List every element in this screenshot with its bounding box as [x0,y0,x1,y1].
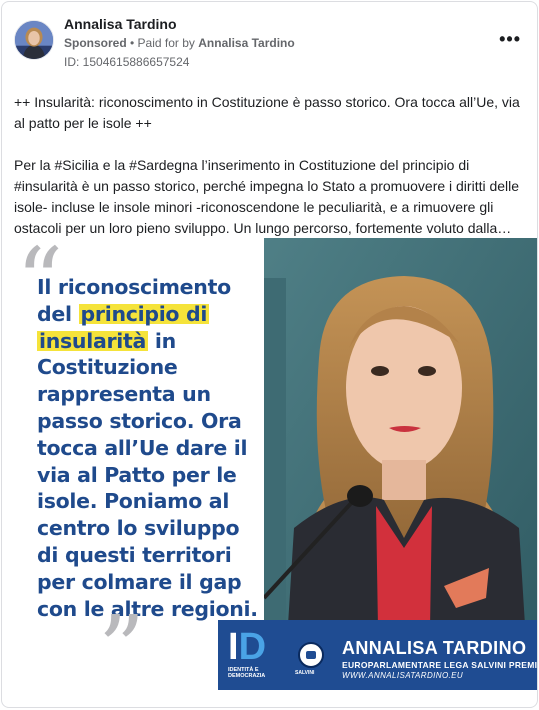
quote-text: Il riconoscimento del principio di insul… [37,274,262,622]
avatar[interactable] [14,20,54,60]
quote-highlight-1: principio di [78,301,210,326]
id-logo-d: D [238,626,267,668]
id-logo-caption: IDENTITÀ E DEMOCRAZIA [228,667,266,679]
paid-for-name[interactable]: Annalisa Tardino [198,36,294,50]
sponsor-line: Sponsored • Paid for by Annalisa Tardino [64,36,295,50]
id-logo-i: I [228,626,239,668]
ad-id: ID: 1504615886657524 [64,55,190,69]
footer-role: EUROPARLAMENTARE LEGA SALVINI PREMIER [342,660,538,670]
paid-for-prefix: Paid for by [137,36,199,50]
id-party-logo: ID IDENTITÀ E DEMOCRAZIA [228,628,274,682]
post-text: ++ Insularità: riconoscimento in Costitu… [14,92,526,239]
lega-logo-caption: SALVINI [295,670,315,676]
footer-url: WWW.ANNALISATARDINO.EU [342,671,464,680]
quote-highlight-2: insularità [37,328,149,353]
lega-logo-icon [298,642,324,668]
post-paragraph-2[interactable]: Per la #Sicilia e la #Sardegna l’inserim… [14,155,526,239]
ad-card: Annalisa Tardino Sponsored • Paid for by… [1,1,538,708]
profile-avatar-icon [15,21,53,59]
quote-part-3: in Costituzione rappresenta un passo sto… [37,328,258,621]
more-options-icon[interactable]: ••• [499,30,521,48]
close-quote-mark: ” [98,596,146,691]
separator: • [126,36,138,50]
ad-creative-image[interactable]: “ Il riconoscimento del principio di ins… [2,238,538,691]
sponsored-label: Sponsored [64,36,127,50]
footer-name: ANNALISA TARDINO [342,638,527,658]
id-logo-letters: ID [228,628,266,666]
post-paragraph-1: ++ Insularità: riconoscimento in Costitu… [14,94,520,131]
ad-header: Annalisa Tardino Sponsored • Paid for by… [2,2,537,82]
footer-band: ID IDENTITÀ E DEMOCRAZIA SALVINI ANNALIS… [218,620,538,690]
page-name[interactable]: Annalisa Tardino [64,16,177,32]
